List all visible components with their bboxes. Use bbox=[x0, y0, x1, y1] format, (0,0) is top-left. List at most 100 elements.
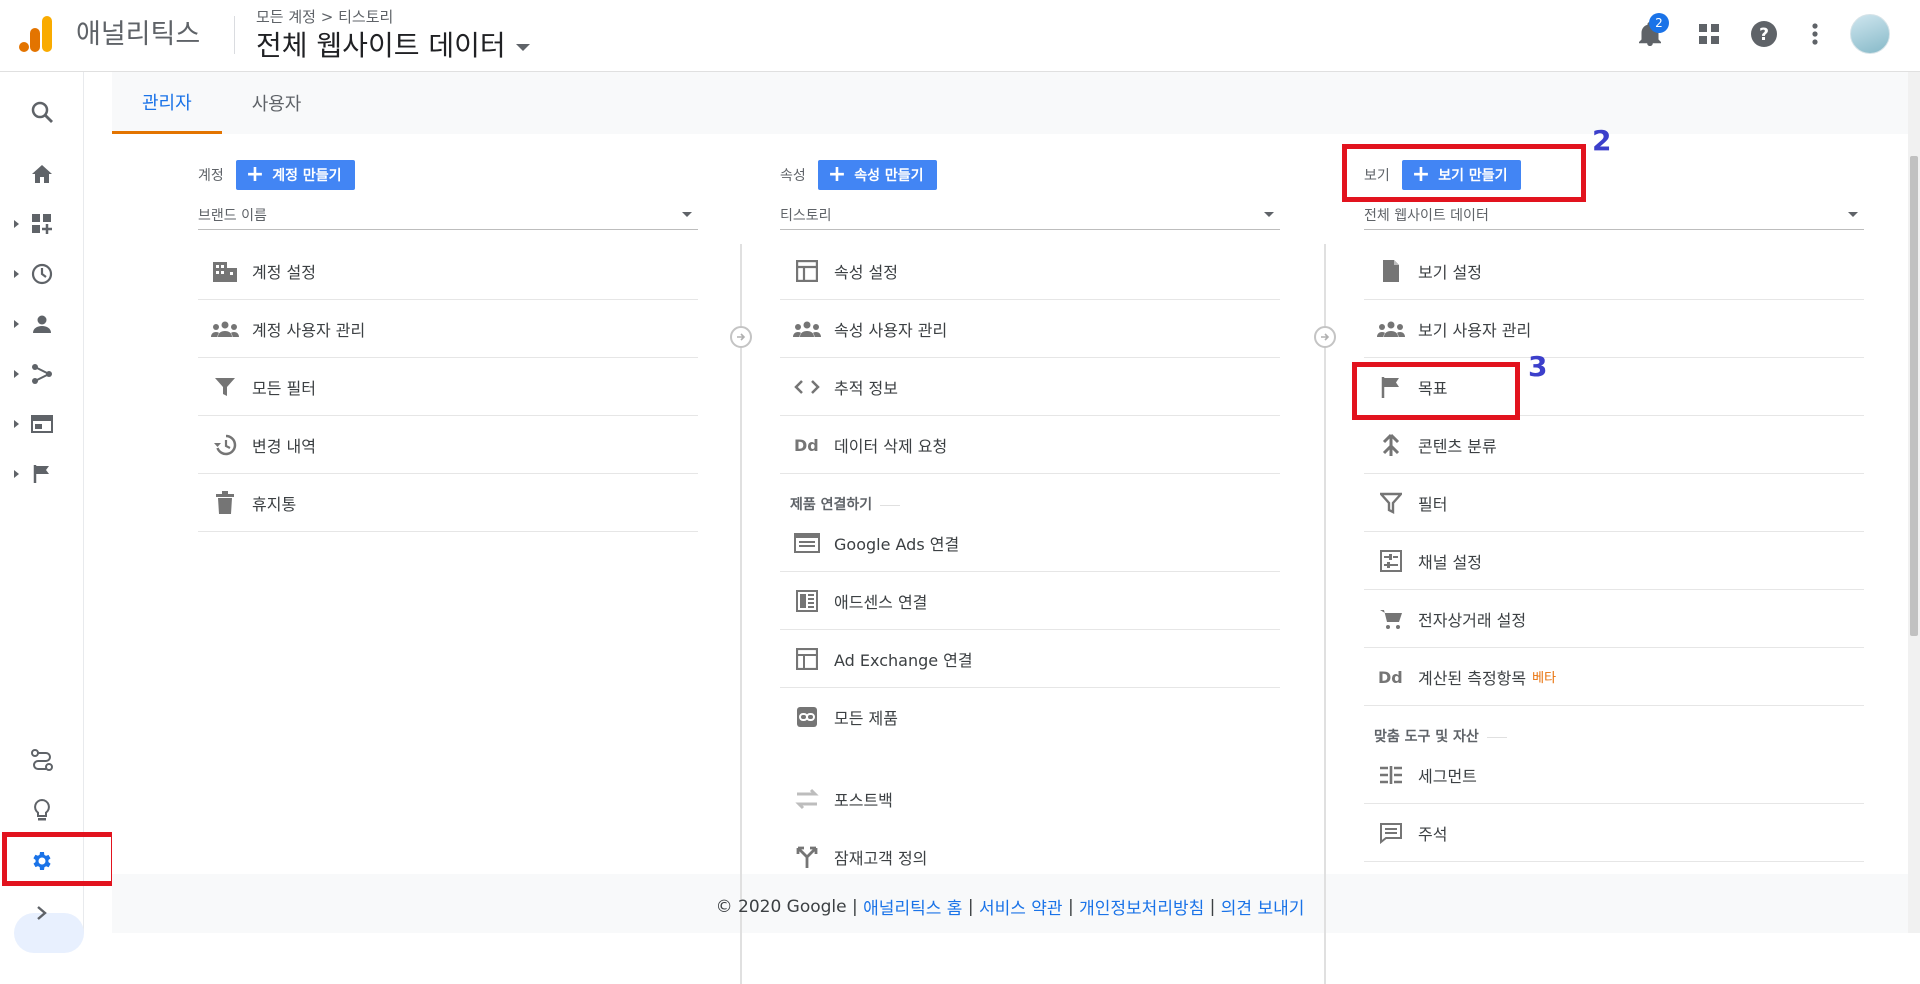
nav-realtime[interactable] bbox=[0, 254, 84, 294]
view-settings-label: 보기 설정 bbox=[1418, 262, 1482, 282]
custom-tools-section: 맞춤 도구 및 자산 bbox=[1374, 726, 1507, 746]
dd-icon: Dd bbox=[1364, 668, 1418, 686]
data-deletion-label: 데이터 삭제 요청 bbox=[834, 436, 948, 456]
view-user-management-item[interactable]: 보기 사용자 관리 bbox=[1364, 300, 1864, 358]
create-account-button[interactable]: + 계정 만들기 bbox=[235, 160, 356, 190]
nav-customization[interactable] bbox=[0, 204, 84, 244]
postback-item[interactable]: 포스트백 bbox=[780, 770, 1280, 828]
postback-label: 포스트백 bbox=[834, 791, 893, 810]
dashboard-add-icon bbox=[32, 214, 52, 234]
annotations-item[interactable]: 주석 bbox=[1364, 804, 1864, 862]
footer-link-privacy[interactable]: 개인정보처리방침 bbox=[1079, 894, 1204, 919]
segments-item[interactable]: 세그먼트 bbox=[1364, 746, 1864, 804]
view-selector-dropdown[interactable]: 전체 웹사이트 데이터 bbox=[1364, 200, 1864, 230]
help-button[interactable]: ? bbox=[1748, 18, 1780, 50]
footer-link-feedback[interactable]: 의견 보내기 bbox=[1221, 894, 1305, 919]
view-settings-item[interactable]: 보기 설정 bbox=[1364, 242, 1864, 300]
audience-definitions-item[interactable]: 잠재고객 정의 bbox=[780, 828, 1280, 886]
create-account-label: 계정 만들기 bbox=[272, 168, 342, 184]
chevron-down-icon[interactable] bbox=[515, 43, 530, 51]
expand-arrow-icon[interactable] bbox=[14, 370, 19, 378]
ad-exchange-link-item[interactable]: Ad Exchange 연결 bbox=[780, 630, 1280, 688]
document-icon bbox=[1364, 259, 1418, 283]
create-property-button[interactable]: + 속성 만들기 bbox=[817, 160, 938, 190]
property-settings-item[interactable]: 속성 설정 bbox=[780, 242, 1280, 300]
scrollbar[interactable] bbox=[1908, 72, 1920, 933]
nav-acquisition[interactable] bbox=[0, 354, 84, 394]
all-products-item[interactable]: 모든 제품 bbox=[780, 688, 1280, 746]
property-selector-value: 티스토리 bbox=[780, 207, 832, 224]
account-selector[interactable]: 브랜드 이름 bbox=[198, 200, 698, 230]
people-icon bbox=[780, 321, 834, 337]
nav-attribution[interactable] bbox=[0, 740, 84, 780]
analytics-logo-icon[interactable] bbox=[18, 14, 54, 54]
ecommerce-settings-item[interactable]: 전자상거래 설정 bbox=[1364, 590, 1864, 648]
tab-admin[interactable]: 관리자 bbox=[112, 72, 222, 134]
view-selector[interactable]: 전체 웹사이트 데이터 bbox=[256, 24, 530, 64]
calculated-metrics-item[interactable]: Dd 계산된 측정항목 베타 bbox=[1364, 648, 1864, 706]
expand-arrow-icon[interactable] bbox=[14, 270, 19, 278]
ecommerce-settings-label: 전자상거래 설정 bbox=[1418, 610, 1527, 630]
view-user-management-label: 보기 사용자 관리 bbox=[1418, 320, 1532, 340]
trash-item[interactable]: 휴지통 bbox=[198, 474, 698, 532]
footer-link-terms[interactable]: 서비스 약관 bbox=[979, 894, 1063, 919]
notifications-button[interactable]: 2 bbox=[1634, 13, 1669, 50]
change-history-item[interactable]: 변경 내역 bbox=[198, 416, 698, 474]
footer-separator: | bbox=[846, 896, 864, 917]
nav-search[interactable] bbox=[0, 92, 84, 132]
nav-behavior[interactable] bbox=[0, 404, 84, 444]
expand-arrow-icon[interactable] bbox=[14, 220, 19, 228]
code-icon bbox=[780, 379, 834, 395]
nav-home[interactable] bbox=[0, 154, 84, 194]
tracking-info-label: 추적 정보 bbox=[834, 378, 898, 398]
account-settings-item[interactable]: 계정 설정 bbox=[198, 242, 698, 300]
tab-user[interactable]: 사용자 bbox=[222, 72, 332, 134]
chevron-down-icon[interactable] bbox=[682, 212, 692, 217]
svg-text:Dd: Dd bbox=[794, 436, 819, 454]
tracking-info-item[interactable]: 추적 정보 bbox=[780, 358, 1280, 416]
adsense-link-item[interactable]: 애드센스 연결 bbox=[780, 572, 1280, 630]
property-user-management-item[interactable]: 속성 사용자 관리 bbox=[780, 300, 1280, 358]
account-selector-value: 브랜드 이름 bbox=[198, 207, 267, 224]
chevron-down-icon[interactable] bbox=[1848, 212, 1858, 217]
expand-arrow-icon[interactable] bbox=[14, 320, 19, 328]
data-deletion-item[interactable]: Dd 데이터 삭제 요청 bbox=[780, 416, 1280, 474]
left-nav bbox=[0, 72, 84, 953]
content-grouping-item[interactable]: 콘텐츠 분류 bbox=[1364, 416, 1864, 474]
scrollbar-thumb[interactable] bbox=[1910, 156, 1918, 636]
apps-button[interactable] bbox=[1693, 18, 1725, 50]
account-user-management-item[interactable]: 계정 사용자 관리 bbox=[198, 300, 698, 358]
help-icon: ? bbox=[1751, 21, 1777, 47]
annotation-box-1 bbox=[2, 832, 116, 886]
footer-link-analytics-home[interactable]: 애널리틱스 홈 bbox=[863, 894, 962, 919]
view-filters-item[interactable]: 필터 bbox=[1364, 474, 1864, 532]
avatar[interactable] bbox=[1850, 14, 1890, 54]
nav-insights[interactable] bbox=[0, 790, 84, 830]
all-filters-item[interactable]: 모든 필터 bbox=[198, 358, 698, 416]
channel-settings-item[interactable]: 채널 설정 bbox=[1364, 532, 1864, 590]
nav-conversions[interactable] bbox=[0, 454, 84, 494]
divider bbox=[234, 16, 235, 54]
plus-icon: + bbox=[245, 162, 265, 187]
account-column-title: 계정 bbox=[198, 168, 224, 184]
google-ads-link-label: Google Ads 연결 bbox=[834, 534, 960, 554]
expand-arrow-icon[interactable] bbox=[14, 470, 19, 478]
more-menu-button[interactable] bbox=[1799, 18, 1831, 50]
beta-badge: 베타 bbox=[1532, 671, 1557, 686]
nav-audience[interactable] bbox=[0, 304, 84, 344]
flag-icon bbox=[33, 465, 49, 483]
google-ads-link-item[interactable]: Google Ads 연결 bbox=[780, 514, 1280, 572]
chevron-right-icon bbox=[37, 906, 47, 920]
chevron-down-icon[interactable] bbox=[1264, 212, 1274, 217]
property-selector[interactable]: 티스토리 bbox=[780, 200, 1280, 230]
change-history-label: 변경 내역 bbox=[252, 436, 316, 456]
nav-expand[interactable] bbox=[0, 893, 84, 933]
adsense-link-label: 애드센스 연결 bbox=[834, 592, 928, 612]
svg-text:Dd: Dd bbox=[1378, 668, 1403, 686]
property-column-title: 속성 bbox=[780, 168, 806, 184]
apps-grid-icon bbox=[1699, 24, 1719, 44]
app-name: 애널리틱스 bbox=[76, 19, 201, 50]
view-title[interactable]: 전체 웹사이트 데이터 bbox=[256, 24, 506, 64]
expand-arrow-icon[interactable] bbox=[14, 420, 19, 428]
audience-icon bbox=[780, 845, 834, 869]
